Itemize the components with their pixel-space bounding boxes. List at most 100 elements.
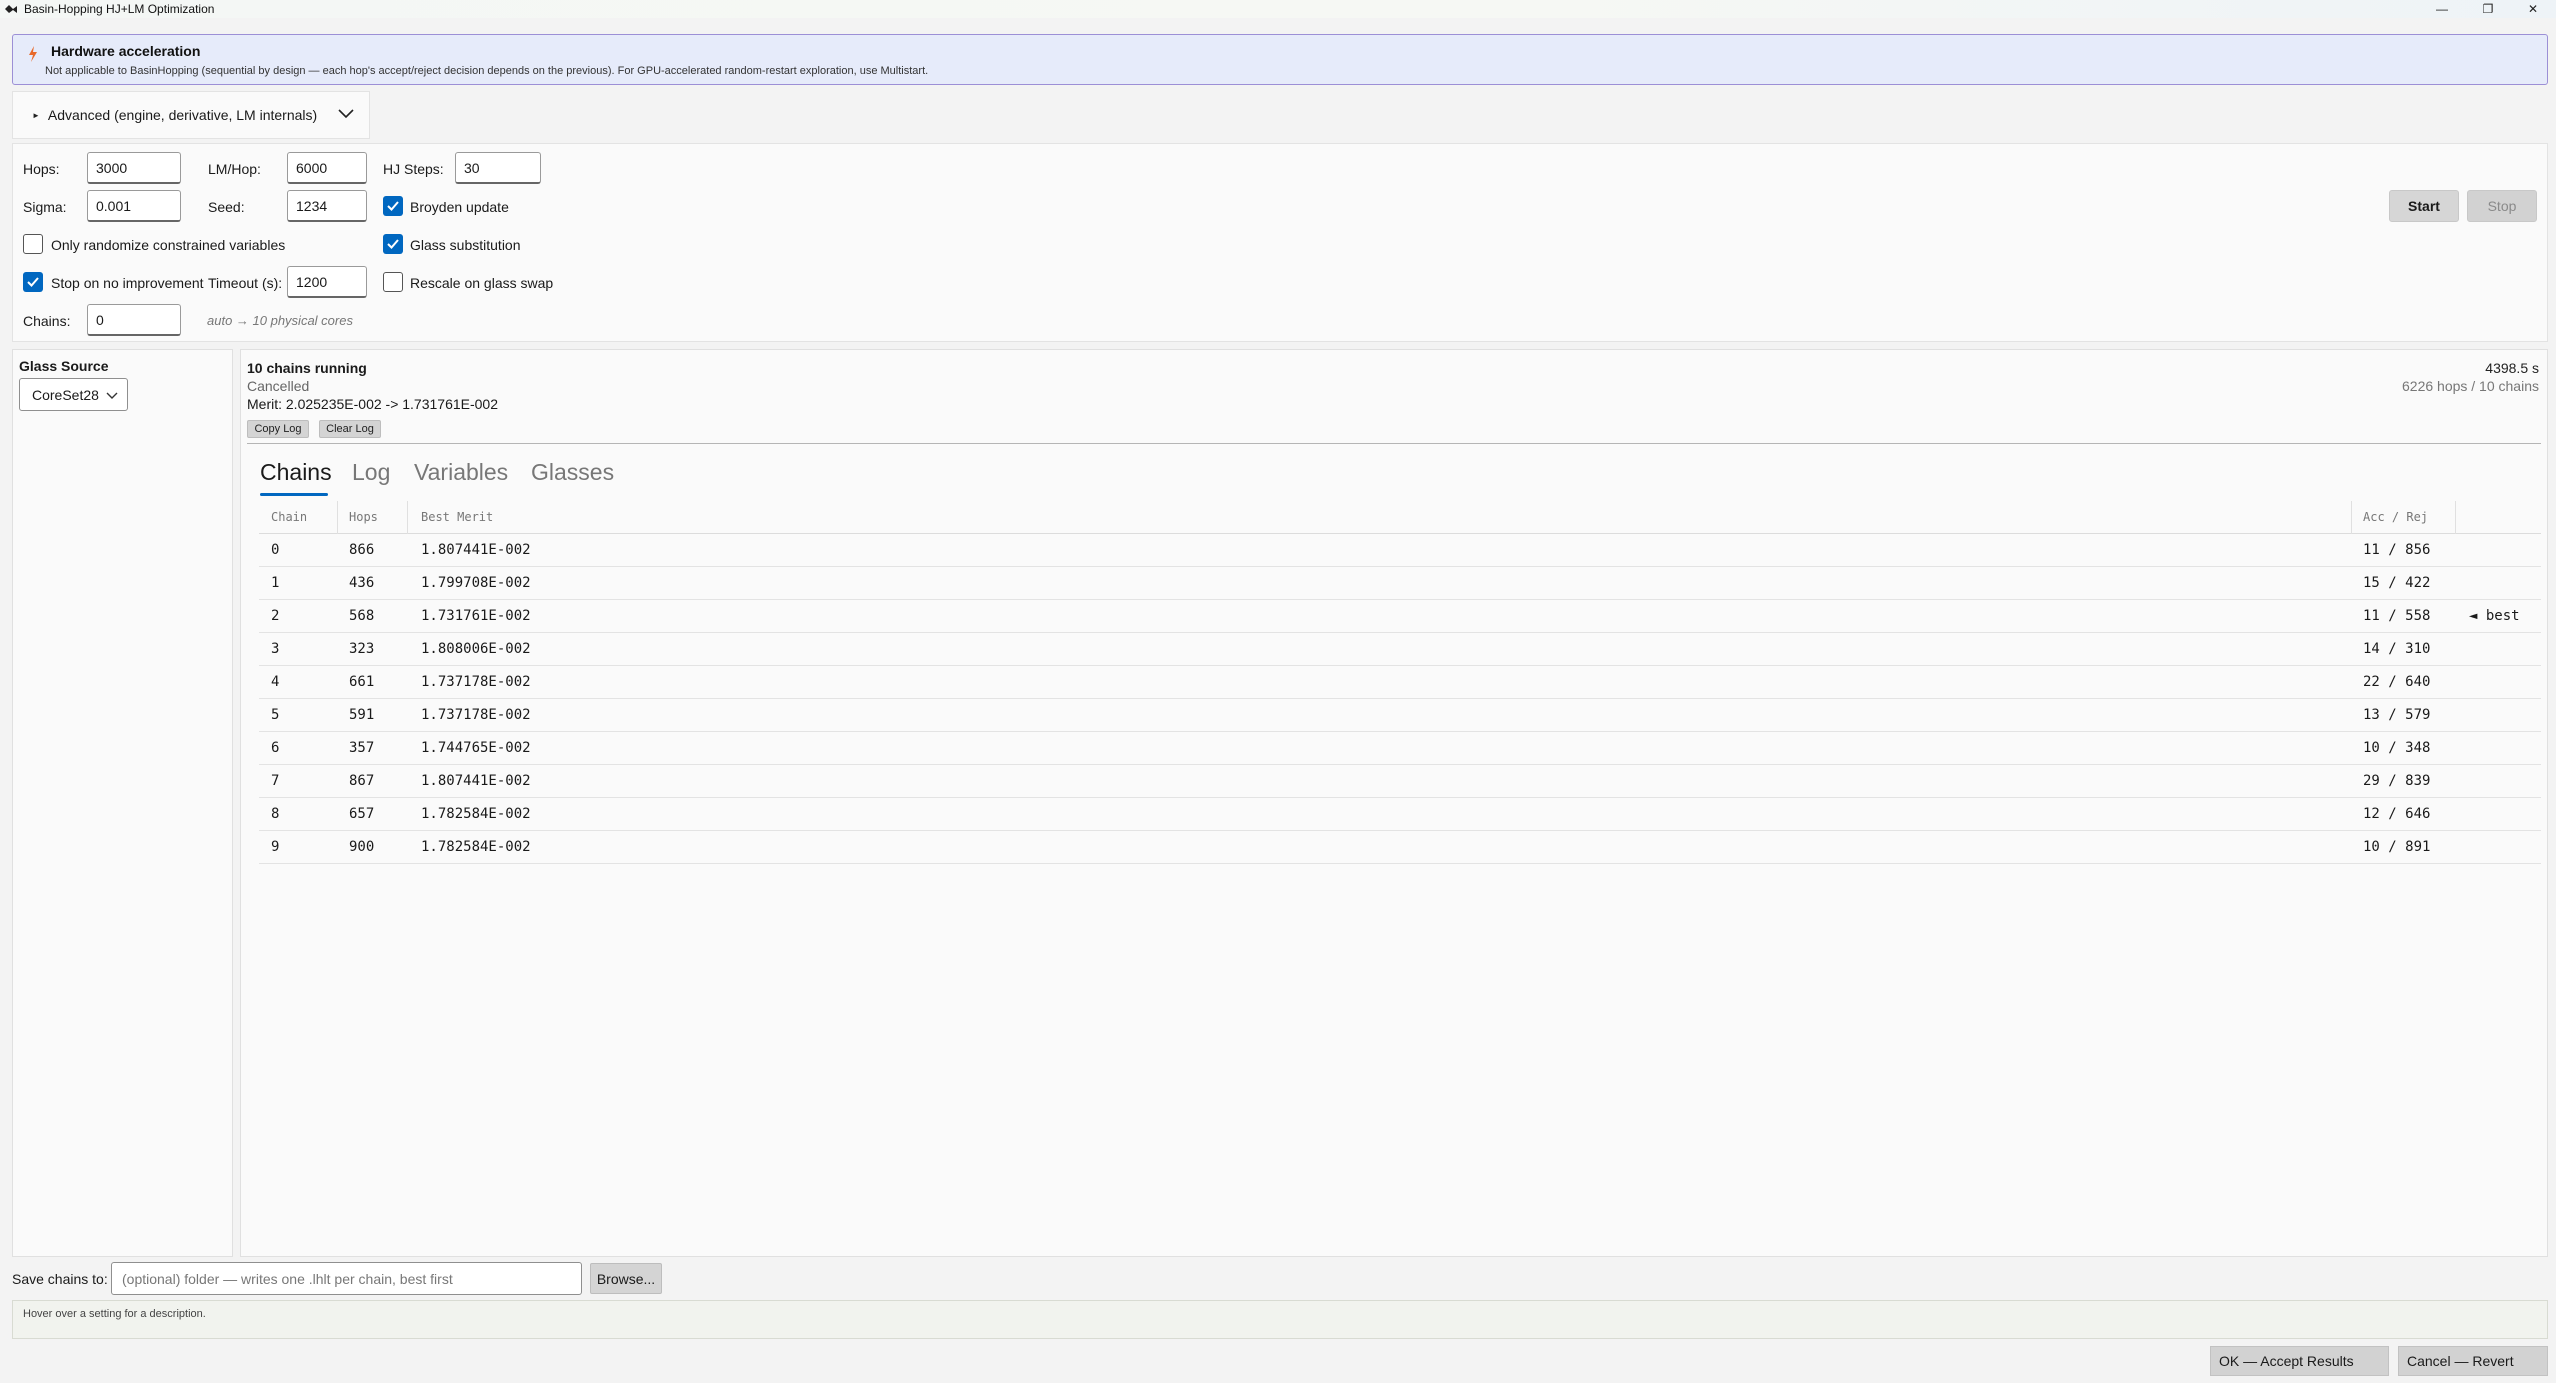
hops-label: Hops: xyxy=(23,161,60,177)
checkmark-icon xyxy=(387,239,399,249)
hops-input[interactable]: 3000 xyxy=(87,152,181,184)
cell-acc-rej: 15 / 422 xyxy=(2363,575,2431,591)
sigma-label: Sigma: xyxy=(23,199,67,215)
randomize-constrained-label: Only randomize constrained variables xyxy=(51,237,286,253)
tab-chains[interactable]: Chains xyxy=(260,459,332,486)
lmhop-input[interactable]: 6000 xyxy=(287,152,367,184)
cell-hops: 866 xyxy=(349,542,375,558)
cell-chain: 2 xyxy=(271,608,280,624)
cell-chain: 4 xyxy=(271,674,280,690)
cell-chain: 0 xyxy=(271,542,280,558)
cell-chain: 3 xyxy=(271,641,280,657)
cell-acc-rej: 22 / 640 xyxy=(2363,674,2431,690)
randomize-constrained-checkbox[interactable] xyxy=(23,234,43,254)
cell-hops: 568 xyxy=(349,608,375,624)
table-row[interactable]: 5 591 1.737178E-002 13 / 579 xyxy=(259,699,2541,732)
tab-log[interactable]: Log xyxy=(352,459,390,486)
glass-substitution-checkbox[interactable] xyxy=(383,234,403,254)
cell-hops: 867 xyxy=(349,773,375,789)
table-row[interactable]: 6 357 1.744765E-002 10 / 348 xyxy=(259,732,2541,765)
stop-no-improvement-checkbox[interactable] xyxy=(23,272,43,292)
header-acc-rej[interactable]: Acc / Rej xyxy=(2363,510,2428,524)
column-separator[interactable] xyxy=(407,501,408,534)
maximize-button[interactable]: ❐ xyxy=(2465,0,2511,18)
cell-hops: 357 xyxy=(349,740,375,756)
table-row[interactable]: 1 436 1.799708E-002 15 / 422 xyxy=(259,567,2541,600)
cell-acc-rej: 11 / 856 xyxy=(2363,542,2431,558)
save-chains-input[interactable]: (optional) folder — writes one .lhlt per… xyxy=(111,1262,582,1295)
window-title: Basin-Hopping HJ+LM Optimization xyxy=(24,2,215,16)
column-separator[interactable] xyxy=(337,501,338,534)
copy-log-button[interactable]: Copy Log xyxy=(247,420,309,438)
hjsteps-input[interactable]: 30 xyxy=(455,152,541,184)
hover-description: Hover over a setting for a description. xyxy=(12,1300,2548,1339)
advanced-expander[interactable]: ► Advanced (engine, derivative, LM inter… xyxy=(12,91,370,139)
cell-hops: 661 xyxy=(349,674,375,690)
hjsteps-label: HJ Steps: xyxy=(383,161,444,177)
table-row[interactable]: 4 661 1.737178E-002 22 / 640 xyxy=(259,666,2541,699)
cell-best-merit: 1.807441E-002 xyxy=(421,542,531,558)
cell-hops: 323 xyxy=(349,641,375,657)
browse-button[interactable]: Browse... xyxy=(590,1263,662,1294)
column-separator[interactable] xyxy=(2455,501,2456,534)
cell-best-flag: ◄ best xyxy=(2469,608,2520,624)
ok-accept-button[interactable]: OK — Accept Results xyxy=(2210,1346,2389,1376)
header-hops[interactable]: Hops xyxy=(349,510,378,524)
banner-title: Hardware acceleration xyxy=(51,43,201,59)
save-chains-label: Save chains to: xyxy=(12,1271,108,1287)
cell-best-merit: 1.744765E-002 xyxy=(421,740,531,756)
cell-chain: 5 xyxy=(271,707,280,723)
cell-hops: 900 xyxy=(349,839,375,855)
table-row[interactable]: 9 900 1.782584E-002 10 / 891 xyxy=(259,831,2541,864)
cancel-revert-button[interactable]: Cancel — Revert xyxy=(2398,1346,2548,1376)
tab-glasses[interactable]: Glasses xyxy=(531,459,614,486)
chains-label: Chains: xyxy=(23,313,71,329)
cell-acc-rej: 11 / 558 xyxy=(2363,608,2431,624)
header-chain[interactable]: Chain xyxy=(271,510,307,524)
timeout-label: Timeout (s): xyxy=(208,275,283,291)
broyden-label: Broyden update xyxy=(410,199,509,215)
lightning-bolt-icon xyxy=(29,46,37,62)
seed-input[interactable]: 1234 xyxy=(287,190,367,222)
cell-best-merit: 1.807441E-002 xyxy=(421,773,531,789)
cell-best-merit: 1.731761E-002 xyxy=(421,608,531,624)
table-body: 0 866 1.807441E-002 11 / 856 1 436 1.799708E-0… xyxy=(259,534,2541,864)
tab-variables[interactable]: Variables xyxy=(414,459,508,486)
broyden-checkbox[interactable] xyxy=(383,196,403,216)
header-best-merit[interactable]: Best Merit xyxy=(421,510,493,524)
sigma-input[interactable]: 0.001 xyxy=(87,190,181,222)
glass-source-dropdown[interactable]: CoreSet28 xyxy=(19,378,128,411)
status-running: 10 chains running xyxy=(247,360,367,376)
cell-best-merit: 1.737178E-002 xyxy=(421,674,531,690)
clear-log-button[interactable]: Clear Log xyxy=(319,420,381,438)
column-separator[interactable] xyxy=(2351,501,2352,534)
stop-button[interactable]: Stop xyxy=(2467,190,2537,222)
chevron-down-icon[interactable] xyxy=(338,109,354,119)
chains-input[interactable]: 0 xyxy=(87,304,181,336)
cell-hops: 657 xyxy=(349,806,375,822)
table-row[interactable]: 7 867 1.807441E-002 29 / 839 xyxy=(259,765,2541,798)
checkmark-icon xyxy=(387,201,399,211)
table-row[interactable]: 0 866 1.807441E-002 11 / 856 xyxy=(259,534,2541,567)
start-button[interactable]: Start xyxy=(2389,190,2459,222)
glass-source-title: Glass Source xyxy=(19,358,109,374)
cell-acc-rej: 10 / 891 xyxy=(2363,839,2431,855)
cell-chain: 8 xyxy=(271,806,280,822)
table-header: Chain Hops Best Merit Acc / Rej xyxy=(259,501,2541,534)
close-button[interactable]: ✕ xyxy=(2510,0,2556,18)
lmhop-label: LM/Hop: xyxy=(208,161,261,177)
rescale-checkbox[interactable] xyxy=(383,272,403,292)
cell-best-merit: 1.782584E-002 xyxy=(421,806,531,822)
glass-source-panel: Glass Source CoreSet28 xyxy=(12,349,233,1257)
hardware-acceleration-banner: Hardware acceleration Not applicable to … xyxy=(12,34,2548,85)
title-bar: Basin-Hopping HJ+LM Optimization xyxy=(0,0,2556,18)
glass-substitution-label: Glass substitution xyxy=(410,237,521,253)
table-row[interactable]: 3 323 1.808006E-002 14 / 310 xyxy=(259,633,2541,666)
table-row[interactable]: 2 568 1.731761E-002 11 / 558 ◄ best xyxy=(259,600,2541,633)
chains-table: Chain Hops Best Merit Acc / Rej 0 866 1.80… xyxy=(259,501,2541,864)
timeout-input[interactable]: 1200 xyxy=(287,266,367,298)
cell-chain: 9 xyxy=(271,839,280,855)
table-row[interactable]: 8 657 1.782584E-002 12 / 646 xyxy=(259,798,2541,831)
hops-summary: 6226 hops / 10 chains xyxy=(2402,378,2539,394)
minimize-button[interactable]: — xyxy=(2419,0,2465,18)
